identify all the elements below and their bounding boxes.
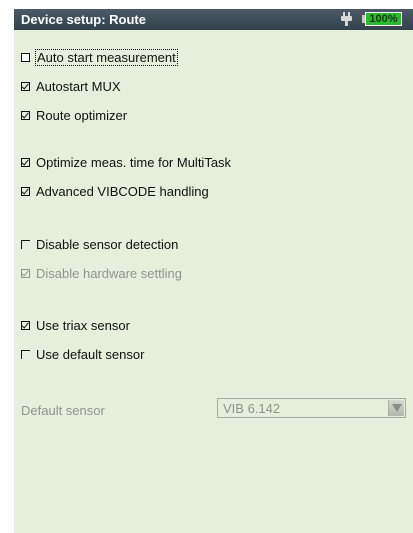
option-disable-hardware-settling: Disable hardware settling — [21, 264, 182, 282]
checkbox[interactable] — [21, 110, 30, 120]
option-disable-sensor-detection[interactable]: Disable sensor detection — [21, 235, 178, 253]
default-sensor-select: VIB 6.142 — [217, 398, 406, 418]
device-screen: Device setup: Route 100% Auto start meas… — [14, 9, 413, 533]
option-label: Route optimizer — [36, 107, 128, 123]
option-label: Auto start measurement — [35, 48, 178, 66]
checkbox[interactable] — [21, 320, 30, 330]
dropdown-arrow-icon — [388, 400, 404, 416]
battery-percent: 100% — [369, 13, 398, 25]
battery-body: 100% — [365, 12, 402, 26]
default-sensor-value: VIB 6.142 — [223, 401, 281, 416]
option-label: Disable hardware settling — [36, 265, 182, 281]
battery-indicator: 100% — [362, 12, 402, 26]
checkbox[interactable] — [21, 239, 30, 249]
option-auto-start-measurement[interactable]: Auto start measurement — [21, 48, 178, 66]
option-use-triax-sensor[interactable]: Use triax sensor — [21, 316, 130, 334]
option-label: Advanced VIBCODE handling — [36, 183, 209, 199]
checkbox[interactable] — [21, 52, 30, 62]
option-advanced-vibcode[interactable]: Advanced VIBCODE handling — [21, 182, 209, 200]
option-autostart-mux[interactable]: Autostart MUX — [21, 77, 121, 95]
default-sensor-label: Default sensor — [21, 403, 105, 418]
checkbox[interactable] — [21, 157, 30, 167]
option-label: Optimize meas. time for MultiTask — [36, 154, 232, 170]
option-use-default-sensor[interactable]: Use default sensor — [21, 345, 144, 363]
screen-title: Device setup: Route — [21, 12, 146, 27]
checkbox[interactable] — [21, 349, 30, 359]
option-label: Use triax sensor — [36, 317, 130, 333]
option-label: Disable sensor detection — [36, 236, 179, 252]
checkbox[interactable] — [21, 81, 30, 91]
checkbox[interactable] — [21, 186, 30, 196]
power-plug-icon — [341, 12, 352, 26]
option-label: Use default sensor — [36, 346, 145, 362]
option-route-optimizer[interactable]: Route optimizer — [21, 106, 127, 124]
checkbox — [21, 268, 30, 278]
option-optimize-meas-time[interactable]: Optimize meas. time for MultiTask — [21, 153, 231, 171]
option-label: Autostart MUX — [36, 78, 121, 94]
title-bar: Device setup: Route 100% — [14, 9, 413, 30]
